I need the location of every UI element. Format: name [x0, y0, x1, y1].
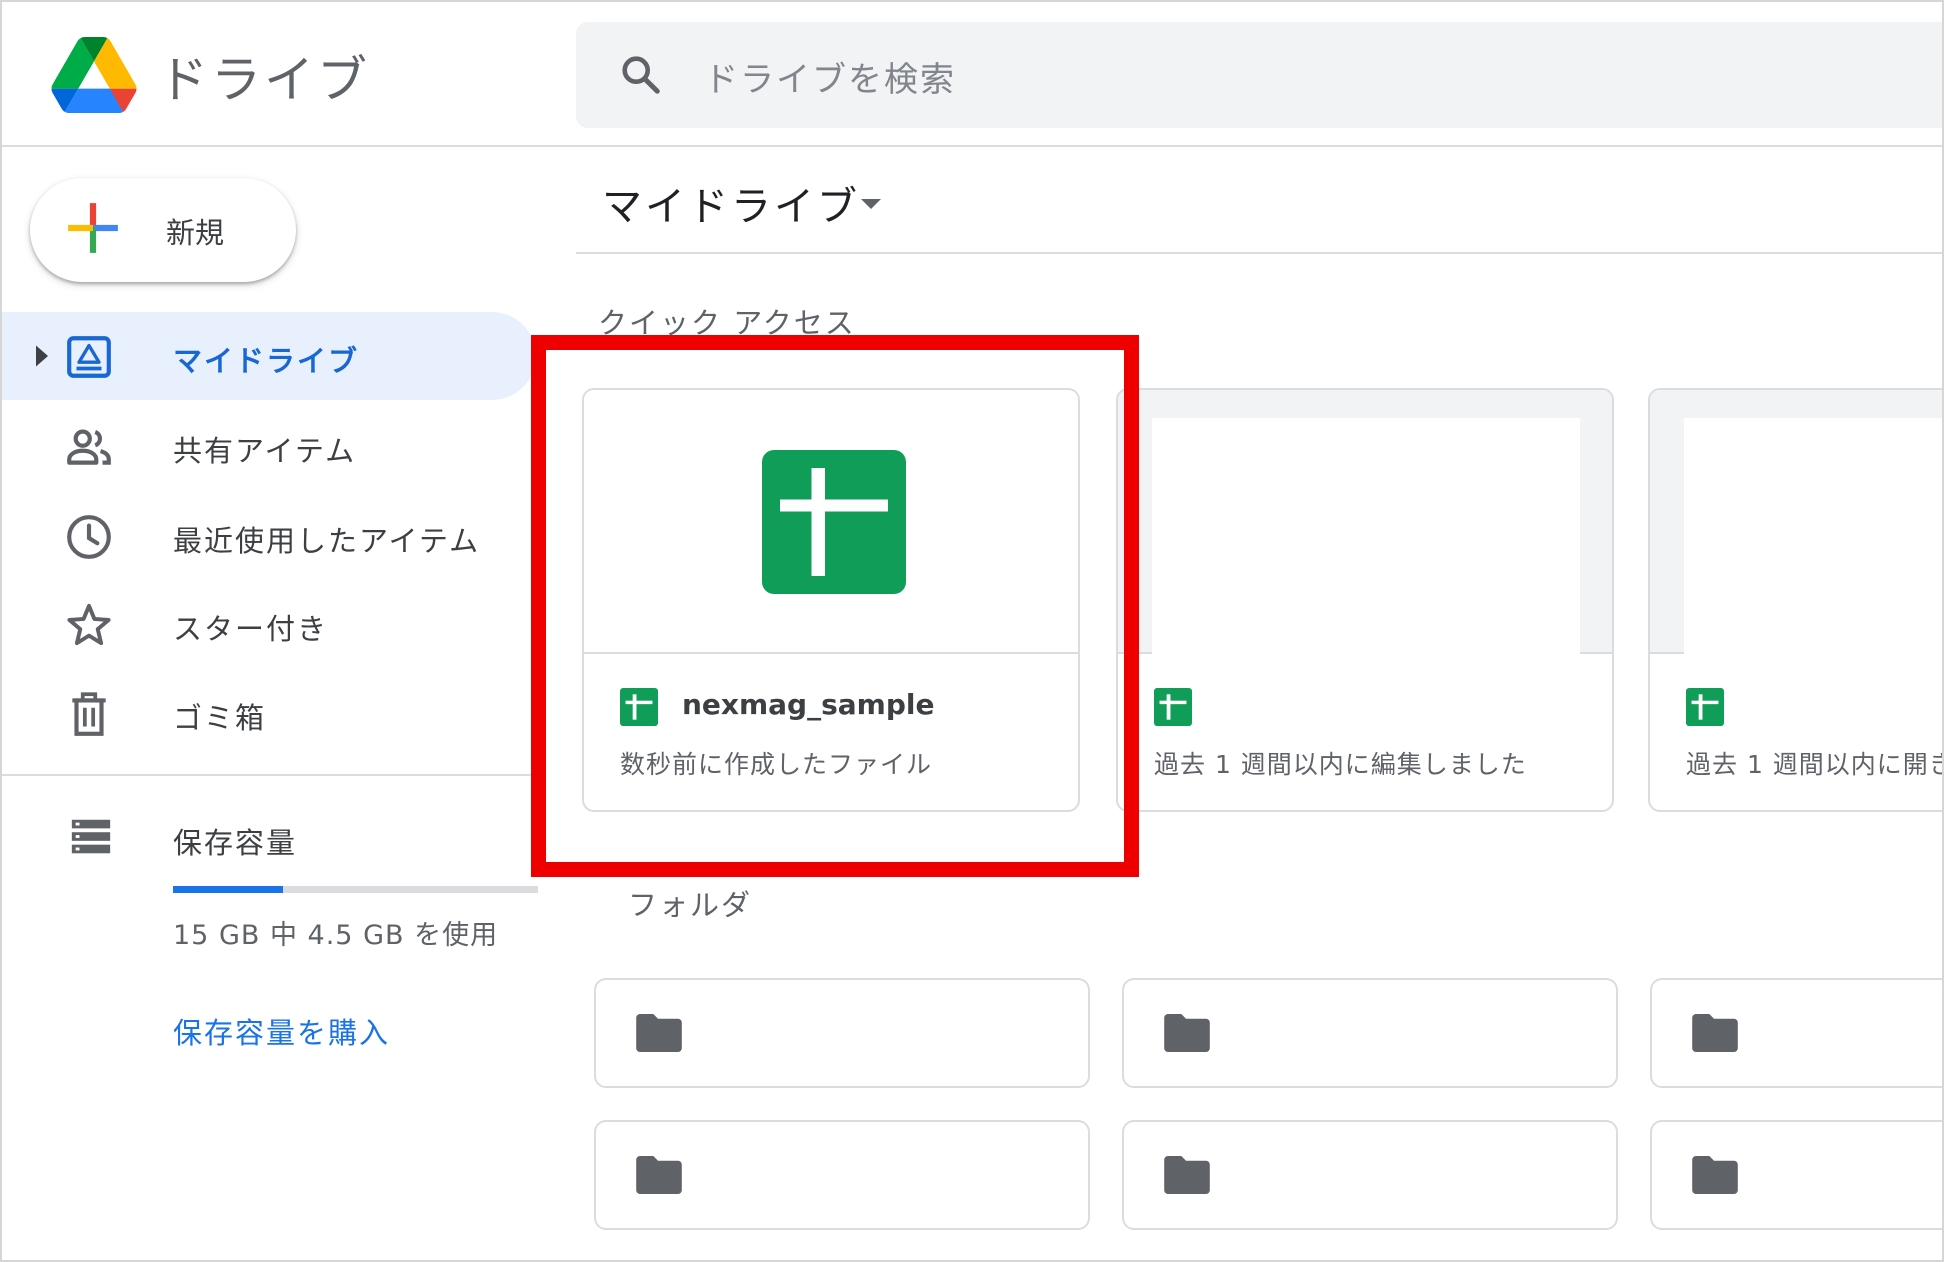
sheets-icon	[1154, 688, 1192, 726]
folder-item[interactable]	[594, 978, 1090, 1088]
sidebar-item-label: マイドライブ	[173, 344, 360, 378]
folder-item[interactable]	[1650, 978, 1942, 1088]
main-divider	[576, 252, 1942, 254]
drive-window: ドライブ ドライブを検索 新規 マイドライブ 共有アイテム 最近使用したアイテム…	[0, 0, 1944, 1262]
folder-item[interactable]	[1122, 978, 1618, 1088]
sidebar-divider	[2, 774, 536, 776]
sidebar-item-shared[interactable]: 共有アイテム	[2, 402, 536, 490]
storage-label[interactable]: 保存容量	[173, 820, 297, 862]
storage-progress-fill	[173, 886, 283, 893]
folder-icon	[1692, 1014, 1738, 1052]
sidebar-item-my-drive[interactable]: マイドライブ	[2, 312, 536, 400]
card-preview	[1118, 390, 1612, 654]
sidebar-item-starred[interactable]: スター付き	[2, 580, 536, 668]
folder-item[interactable]	[594, 1120, 1090, 1230]
expand-caret-icon[interactable]	[34, 344, 50, 368]
quick-access-card[interactable]: 過去 1 週間以内に編集しました	[1116, 388, 1614, 812]
quick-access-card[interactable]: 過去 1 週間以内に開き	[1648, 388, 1944, 812]
sidebar-item-label: スター付き	[173, 612, 329, 646]
storage-usage-text: 15 GB 中 4.5 GB を使用	[173, 920, 499, 951]
sidebar-item-label: 共有アイテム	[173, 434, 357, 468]
buy-storage-link[interactable]: 保存容量を購入	[173, 1010, 390, 1052]
folder-item[interactable]	[1122, 1120, 1618, 1230]
search-input[interactable]: ドライブを検索	[704, 52, 956, 101]
app-title: ドライブ	[158, 51, 370, 109]
folders-label: フォルダ	[628, 888, 753, 922]
new-button-label: 新規	[166, 216, 225, 250]
sidebar-item-label: ゴミ箱	[173, 701, 267, 735]
document-thumbnail	[1152, 418, 1580, 654]
clock-icon	[67, 515, 111, 559]
folder-icon	[1164, 1156, 1210, 1194]
sidebar-item-recent[interactable]: 最近使用したアイテム	[2, 492, 536, 580]
sheets-icon	[1686, 688, 1724, 726]
search-bar[interactable]: ドライブを検索	[576, 22, 1942, 128]
storage-icon	[71, 819, 111, 854]
trash-icon	[72, 692, 106, 736]
folder-icon	[636, 1014, 682, 1052]
document-thumbnail	[1684, 418, 1942, 654]
card-subtitle: 過去 1 週間以内に編集しました	[1154, 750, 1527, 779]
people-icon	[67, 429, 111, 465]
plus-icon	[68, 203, 118, 253]
app-header: ドライブ ドライブを検索	[2, 2, 1942, 147]
folder-icon	[636, 1156, 682, 1194]
card-preview	[1650, 390, 1942, 654]
sidebar-item-trash[interactable]: ゴミ箱	[2, 669, 536, 757]
new-button[interactable]: 新規	[30, 178, 296, 282]
card-subtitle: 過去 1 週間以内に開き	[1686, 750, 1944, 779]
storage-progress-bar	[173, 886, 538, 893]
page-title[interactable]: マイドライブ	[602, 174, 860, 232]
drive-logo-icon[interactable]	[50, 37, 138, 113]
search-icon[interactable]	[618, 52, 664, 98]
folder-icon	[1164, 1014, 1210, 1052]
sidebar-item-label: 最近使用したアイテム	[173, 524, 481, 558]
star-icon	[67, 603, 111, 646]
chevron-down-icon[interactable]	[860, 198, 882, 210]
folder-icon	[1692, 1156, 1738, 1194]
my-drive-icon	[67, 336, 111, 378]
folder-item[interactable]	[1650, 1120, 1942, 1230]
highlight-annotation-box	[531, 335, 1139, 877]
